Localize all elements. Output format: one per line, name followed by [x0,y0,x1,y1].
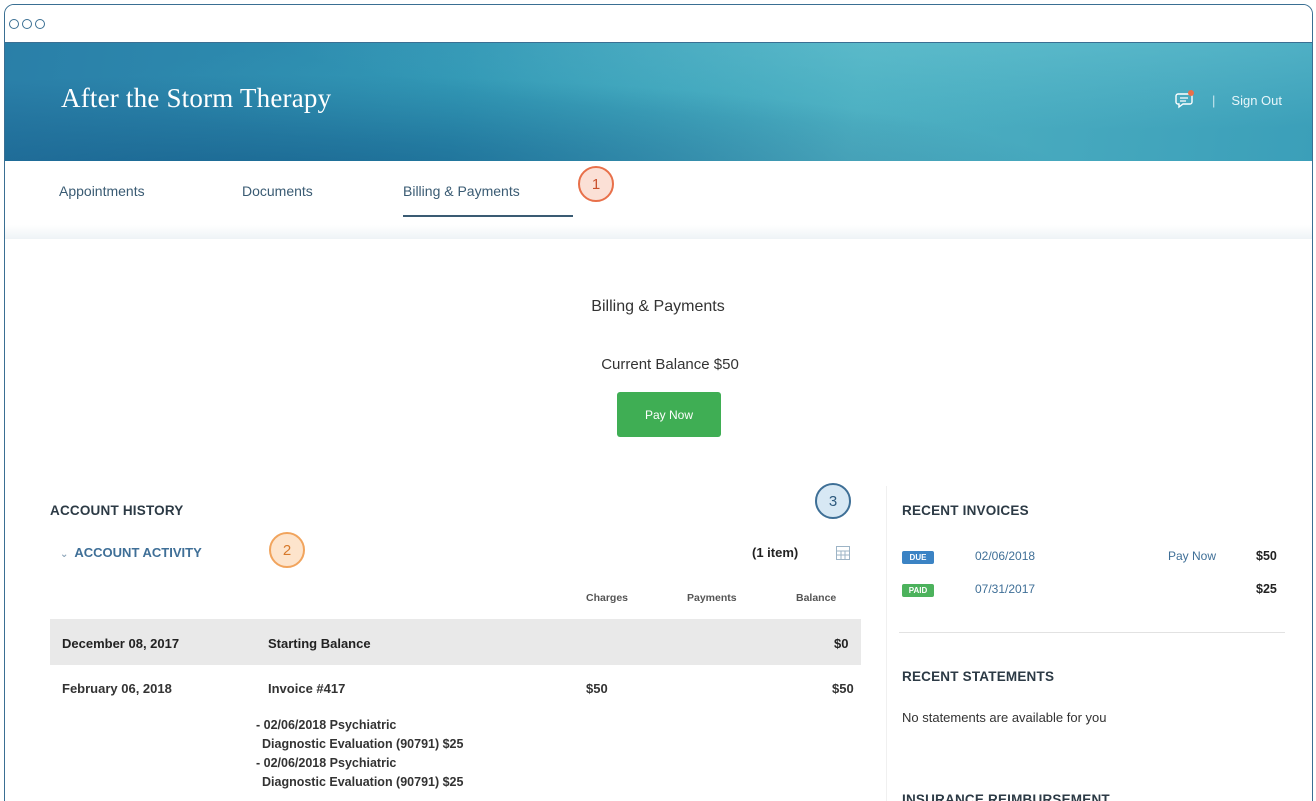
nav-tabs: Appointments Documents Billing & Payment… [5,161,1312,239]
current-balance: Current Balance $50 [601,356,739,373]
column-header-payments: Payments [687,592,737,604]
header-separator: | [1212,92,1216,108]
pay-now-button[interactable]: Pay Now [617,392,721,437]
column-header-charges: Charges [586,592,629,604]
billing-page-title: Billing & Payments [591,298,725,315]
recent-statements-heading: RECENT STATEMENTS [902,669,1055,684]
invoice-detail-line: Diagnostic Evaluation (90791) $25 [262,775,464,789]
invoice-detail-line: - 02/06/2018 Psychiatric [256,756,397,770]
account-activity-toggle[interactable]: ⌄ ACCOUNT ACTIVITY [60,545,202,560]
invoice-detail-line: - 02/06/2018 Psychiatric [256,718,397,732]
account-history-heading: ACCOUNT HISTORY [50,503,184,518]
active-tab-indicator [403,215,573,217]
chevron-down-icon: ⌄ [60,549,69,560]
tab-billing-payments[interactable]: Billing & Payments [403,183,520,199]
callout-badge-3: 3 [815,483,851,519]
invoice-detail-line: Diagnostic Evaluation (90791) $25 [262,737,464,751]
invoice-amount: $50 [1256,549,1277,563]
row-1-date: December 08, 2017 [62,636,180,651]
column-header-balance: Balance [796,592,837,604]
window-dot-maximize[interactable] [35,19,45,29]
row-2-charges: $50 [586,681,608,696]
invoice-date-link[interactable]: 07/31/2017 [975,582,1035,596]
invoice-pay-now-link[interactable]: Pay Now [1168,549,1216,563]
window-dot-close[interactable] [9,19,19,29]
tabs-shadow [5,225,1312,239]
section-divider [899,632,1285,633]
row-2-balance: $50 [832,681,854,696]
panel-divider [886,486,887,801]
grid-view-icon[interactable] [836,546,850,560]
tab-documents[interactable]: Documents [242,183,313,199]
header-banner: After the Storm Therapy | Sign Out [5,43,1312,161]
tab-appointments[interactable]: Appointments [59,183,145,199]
callout-badge-2: 2 [269,532,305,568]
item-count: (1 item) [752,545,799,560]
messages-icon[interactable] [1174,89,1196,111]
insurance-heading: INSURANCE REIMBURSEMENT [902,792,1110,801]
header-actions: | Sign Out [1174,89,1282,111]
statements-empty-message: No statements are available for you [902,710,1107,725]
status-badge-due: DUE [902,551,934,564]
brand-title: After the Storm Therapy [61,83,332,113]
window-titlebar [5,5,1312,43]
row-1-balance: $0 [834,636,849,651]
recent-invoices-heading: RECENT INVOICES [902,503,1029,518]
invoice-amount: $25 [1256,582,1277,596]
sign-out-link[interactable]: Sign Out [1231,93,1282,108]
invoice-date-link[interactable]: 02/06/2018 [975,549,1035,563]
callout-badge-1: 1 [578,166,614,202]
window-dot-minimize[interactable] [22,19,32,29]
status-badge-paid: PAID [902,584,934,597]
row-1-description: Starting Balance [268,636,371,651]
row-2-date: February 06, 2018 [62,681,172,696]
account-activity-label: ACCOUNT ACTIVITY [74,545,202,560]
row-2-description[interactable]: Invoice #417 [268,681,345,696]
